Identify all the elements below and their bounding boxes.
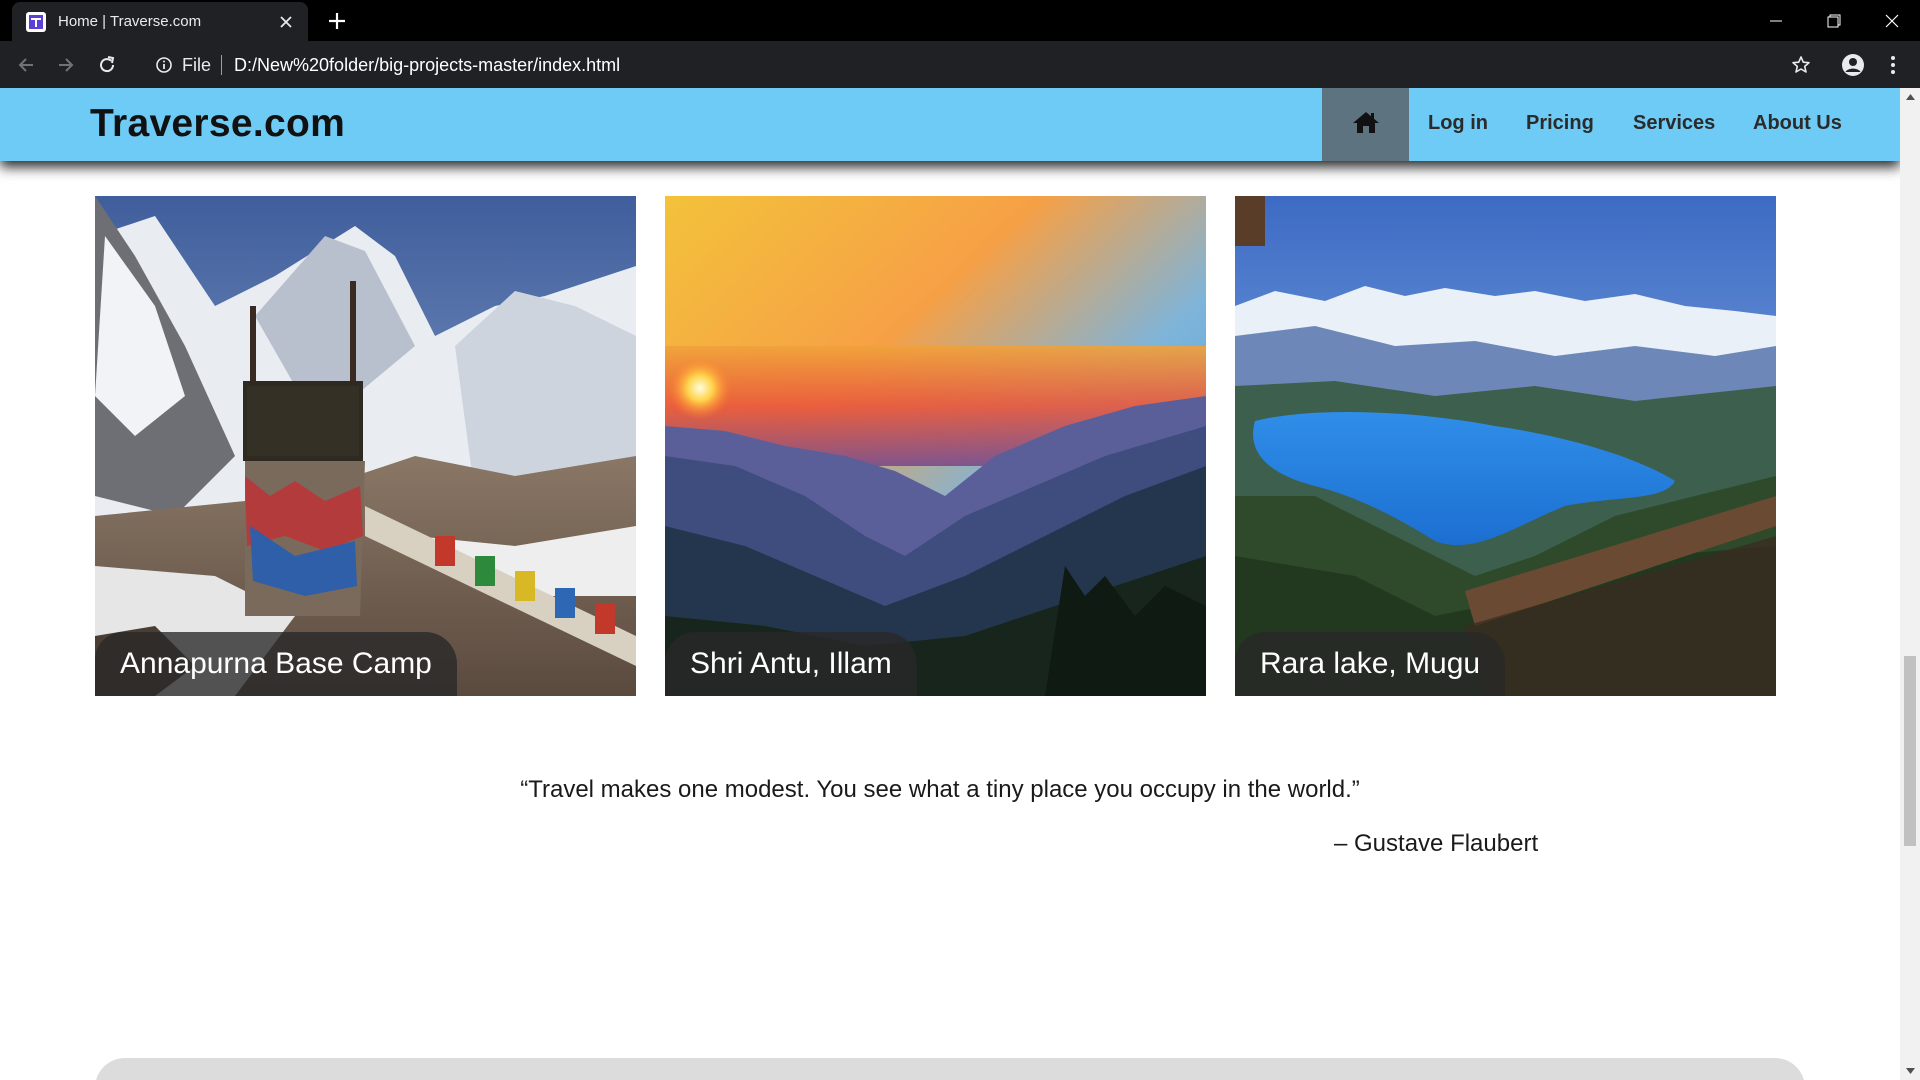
window-restore-button[interactable] bbox=[1806, 0, 1862, 41]
site-navbar: Traverse.com Log in Pricing Services Abo… bbox=[0, 88, 1900, 161]
url-text[interactable]: D:/New%20folder/big-projects-master/inde… bbox=[234, 55, 620, 76]
quote-block: “Travel makes one modest. You see what a… bbox=[0, 776, 1900, 804]
nav-pricing-link[interactable]: Pricing bbox=[1526, 112, 1594, 135]
browser-menu-icon[interactable] bbox=[1876, 48, 1910, 82]
nav-login-link[interactable]: Log in bbox=[1428, 112, 1488, 135]
home-icon bbox=[1352, 110, 1380, 139]
next-section-container bbox=[95, 1058, 1805, 1080]
bookmark-star-icon[interactable] bbox=[1784, 48, 1818, 82]
nav-about-link[interactable]: About Us bbox=[1753, 112, 1842, 135]
shri-antu-image bbox=[665, 196, 1206, 696]
reload-icon[interactable] bbox=[90, 48, 124, 82]
browser-titlebar: Home | Traverse.com bbox=[0, 0, 1920, 41]
gallery-card-annapurna[interactable]: Annapurna Base Camp bbox=[95, 196, 636, 696]
address-divider bbox=[221, 55, 223, 75]
new-tab-button[interactable] bbox=[322, 6, 352, 36]
tab-title: Home | Traverse.com bbox=[58, 13, 202, 30]
page-scrollbar[interactable] bbox=[1900, 88, 1920, 1080]
back-arrow-icon[interactable] bbox=[9, 48, 43, 82]
quote-author: – Gustave Flaubert bbox=[1334, 830, 1539, 857]
address-bar[interactable]: File D:/New%20folder/big-projects-master… bbox=[140, 47, 1780, 83]
address-prefix: File bbox=[182, 54, 212, 75]
annapurna-image bbox=[95, 196, 636, 696]
profile-avatar-icon[interactable] bbox=[1836, 48, 1870, 82]
forward-arrow-icon[interactable] bbox=[49, 48, 83, 82]
gallery-card-rara-lake[interactable]: Rara lake, Mugu bbox=[1235, 196, 1776, 696]
quote-text: “Travel makes one modest. You see what a… bbox=[520, 776, 1360, 803]
traverse-logo-icon bbox=[26, 11, 46, 32]
scroll-up-arrow-icon[interactable] bbox=[1900, 88, 1920, 106]
gallery-card-shri-antu[interactable]: Shri Antu, Illam bbox=[665, 196, 1206, 696]
card-caption: Shri Antu, Illam bbox=[665, 632, 917, 696]
rara-lake-image bbox=[1235, 196, 1776, 696]
window-minimize-button[interactable] bbox=[1748, 0, 1804, 41]
card-caption: Annapurna Base Camp bbox=[95, 632, 457, 696]
browser-toolbar: File D:/New%20folder/big-projects-master… bbox=[0, 41, 1920, 88]
scroll-down-arrow-icon[interactable] bbox=[1900, 1062, 1920, 1080]
page-viewport: Traverse.com Log in Pricing Services Abo… bbox=[0, 88, 1900, 1080]
tab-close-icon[interactable] bbox=[274, 10, 298, 34]
site-brand[interactable]: Traverse.com bbox=[90, 102, 345, 146]
window-close-button[interactable] bbox=[1864, 0, 1920, 41]
nav-home-button[interactable] bbox=[1322, 88, 1409, 161]
scrollbar-thumb[interactable] bbox=[1904, 656, 1916, 846]
info-icon[interactable] bbox=[146, 47, 182, 83]
nav-services-link[interactable]: Services bbox=[1633, 112, 1715, 135]
browser-tab[interactable]: Home | Traverse.com bbox=[12, 2, 308, 41]
card-caption: Rara lake, Mugu bbox=[1235, 632, 1506, 696]
